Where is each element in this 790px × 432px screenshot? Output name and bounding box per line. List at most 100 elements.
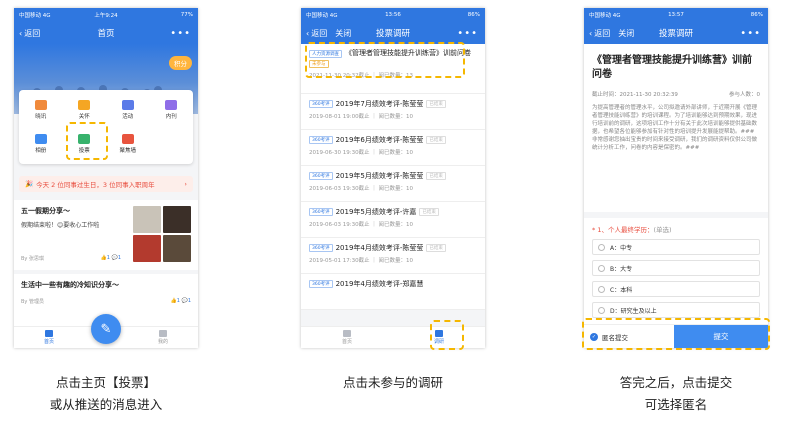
nav-bar: ‹ 返回 关闭 投票调研 ••• xyxy=(301,22,485,44)
radio-icon xyxy=(598,306,605,314)
caption-line: 可选择匿名 xyxy=(644,397,708,412)
feature-icon xyxy=(165,100,178,110)
feature-icon xyxy=(34,134,47,144)
points-button[interactable]: 积分 xyxy=(169,56,192,70)
survey-item[interactable]: 360考评 2019年5月绩效考评-陈莹莹 已结束 2019-06-03 19:30截… xyxy=(301,166,485,202)
option-label: C：本科 xyxy=(610,286,633,294)
status-time: 13:56 xyxy=(385,12,401,18)
status-bar: 中国移动 4G 13:56 86% xyxy=(301,8,485,22)
thumbnail-image xyxy=(163,206,191,233)
phone-home-screen: 中国移动 4G 上午9:24 77% ‹ 返回 首页 ••• 积分 晓讯 关怀 活动 内… xyxy=(14,8,198,348)
nav-bar: ‹ 返回 首页 ••• xyxy=(14,22,198,44)
survey-item[interactable]: 360考评 2019年5月绩效考评-许嘉 已结束 2019-06-03 19:30截止… xyxy=(301,202,485,238)
post-author: By 张思琪 xyxy=(21,256,44,262)
status-bar: 中国移动 4G 上午9:24 77% xyxy=(14,8,198,22)
radio-icon xyxy=(598,285,605,293)
highlight-survey-tab xyxy=(430,320,464,350)
tab-home[interactable]: 首页 xyxy=(44,330,54,345)
survey-title: 2019年4月绩效考评-郑嘉慧 xyxy=(335,280,424,288)
grid-item[interactable]: 聚焦墙 xyxy=(106,127,150,161)
survey-item[interactable]: 360考评 2019年7月绩效考评-陈莹莹 已结束 2019-08-01 19:00截… xyxy=(301,94,485,130)
post-title: 生活中一些有趣的冷知识分享～ xyxy=(21,281,119,289)
question-title: * 1、个人最终学历：(单选) xyxy=(592,226,672,234)
birthday-notice[interactable]: 🎉 今天 2 位同事过生日，3 位同事入职周年 › xyxy=(19,176,193,192)
survey-meta: 2019-06-30 19:30截止 ｜ 阅已数量：10 xyxy=(309,150,414,156)
deadline: 截止时间：2021-11-30 20:32:39 xyxy=(592,92,678,98)
status-badge: 已结束 xyxy=(419,208,439,216)
survey-meta: 2019-05-01 17:30截止 ｜ 阅已数量：10 xyxy=(309,258,414,264)
status-bar: 中国移动 4G 13:57 86% xyxy=(584,8,768,22)
survey-meta: 2019-06-03 19:30截止 ｜ 阅已数量：10 xyxy=(309,186,414,192)
tab-home[interactable]: 首页 xyxy=(342,330,352,345)
like-count[interactable]: 👍1 💬1 xyxy=(101,255,121,262)
grid-item[interactable]: 晓讯 xyxy=(19,93,63,127)
survey-item[interactable]: 360考评 2019年4月绩效考评-郑嘉慧 xyxy=(301,274,485,310)
answer-option[interactable]: A：中专 xyxy=(592,239,760,255)
category-tag: 360考评 xyxy=(309,136,333,144)
option-label: D：研究生及以上 xyxy=(610,307,657,315)
caption-line: 或从推送的消息进入 xyxy=(49,397,163,412)
category-tag: 360考评 xyxy=(309,208,333,216)
survey-item[interactable]: 360考评 2019年6月绩效考评-陈莹莹 已结束 2019-06-30 19:30截… xyxy=(301,130,485,166)
chevron-left-icon: ‹ xyxy=(19,28,23,38)
survey-title: 2019年5月绩效考评-陈莹莹 xyxy=(335,172,424,180)
answer-option[interactable]: C：本科 xyxy=(592,281,760,297)
status-badge: 已结束 xyxy=(426,100,446,108)
compose-button[interactable]: ✎ xyxy=(91,314,121,344)
category-tag: 360考评 xyxy=(309,172,333,180)
grid-item-label: 相册 xyxy=(35,148,47,154)
nav-bar: ‹ 返回 关闭 投票调研 ••• xyxy=(584,22,768,44)
caption-line: 答完之后，点击提交 xyxy=(619,375,733,390)
survey-title: 《管理者管理技能提升训练营》训前问卷 xyxy=(592,55,752,80)
grid-item[interactable]: 内刊 xyxy=(150,93,194,127)
close-button[interactable]: 关闭 xyxy=(335,28,351,39)
grid-item-label: 关怀 xyxy=(78,114,90,120)
party-icon: 🎉 xyxy=(25,180,34,188)
post-card[interactable]: 生活中一些有趣的冷知识分享～ By 管理员 👍1 💬1 xyxy=(14,274,198,311)
radio-icon xyxy=(598,243,605,251)
thumbnail-image xyxy=(133,206,161,233)
thumbnail-image xyxy=(163,235,191,262)
feature-icon xyxy=(34,100,47,110)
survey-list: 人力资源调查 《管理者管理技能提升训练营》训前问卷 未参与 2021-11-30… xyxy=(301,44,485,310)
caption-step-2: 点击未参与的调研 xyxy=(301,372,485,394)
caption-line: 点击未参与的调研 xyxy=(342,375,443,390)
status-time: 上午9:24 xyxy=(94,13,118,19)
highlight-submit-bar xyxy=(582,318,770,350)
like-count[interactable]: 👍1 💬1 xyxy=(171,298,191,305)
grid-item-label: 晓讯 xyxy=(35,114,47,120)
feature-icon xyxy=(78,100,91,110)
answer-option[interactable]: B：大专 xyxy=(592,260,760,276)
back-button[interactable]: ‹ 返回 xyxy=(19,28,40,39)
status-badge: 已结束 xyxy=(426,244,446,252)
chevron-left-icon: ‹ xyxy=(306,28,310,38)
close-button[interactable]: 关闭 xyxy=(618,28,634,39)
survey-title: 2019年6月绩效考评-陈莹莹 xyxy=(335,136,424,144)
grid-item[interactable]: 相册 xyxy=(19,127,63,161)
more-icon[interactable]: ••• xyxy=(740,28,761,39)
post-thumbnails[interactable] xyxy=(133,206,191,262)
survey-title: 2019年7月绩效考评-陈莹莹 xyxy=(335,100,424,108)
option-label: A：中专 xyxy=(610,244,633,252)
grid-item[interactable]: 活动 xyxy=(106,93,150,127)
survey-meta: 2019-08-01 19:00截止 ｜ 阅已数量：10 xyxy=(309,114,414,120)
caption-step-3: 答完之后，点击提交 可选择匿名 xyxy=(584,372,768,416)
back-button[interactable]: ‹ 返回 xyxy=(306,28,327,39)
more-icon[interactable]: ••• xyxy=(170,28,191,39)
chevron-left-icon: ‹ xyxy=(589,28,593,38)
survey-item[interactable]: 360考评 2019年4月绩效考评-陈莹莹 已结束 2019-05-01 17:30截… xyxy=(301,238,485,274)
answer-option[interactable]: D：研究生及以上 xyxy=(592,302,760,318)
notice-text: 今天 2 位同事过生日，3 位同事入职周年 xyxy=(36,181,155,189)
more-icon[interactable]: ••• xyxy=(457,28,478,39)
tab-mine[interactable]: 我的 xyxy=(158,330,168,345)
survey-header: 《管理者管理技能提升训练营》训前问卷 截止时间：2021-11-30 20:32… xyxy=(584,44,768,212)
feature-icon xyxy=(121,134,134,144)
status-badge: 已结束 xyxy=(426,136,446,144)
post-author: By 管理员 xyxy=(21,299,44,305)
caption-line: 点击主页【投票】 xyxy=(55,375,156,390)
post-card[interactable]: 五一假期分享～ 假期结束啦！😊要收心工作啦 By 张思琪 👍1 💬1 xyxy=(14,200,198,274)
back-button[interactable]: ‹ 返回 xyxy=(589,28,610,39)
phone-survey-detail: 中国移动 4G 13:57 86% ‹ 返回 关闭 投票调研 ••• 《管理者管理… xyxy=(584,8,768,348)
radio-icon xyxy=(598,264,605,272)
survey-title: 2019年5月绩效考评-许嘉 xyxy=(335,208,417,216)
